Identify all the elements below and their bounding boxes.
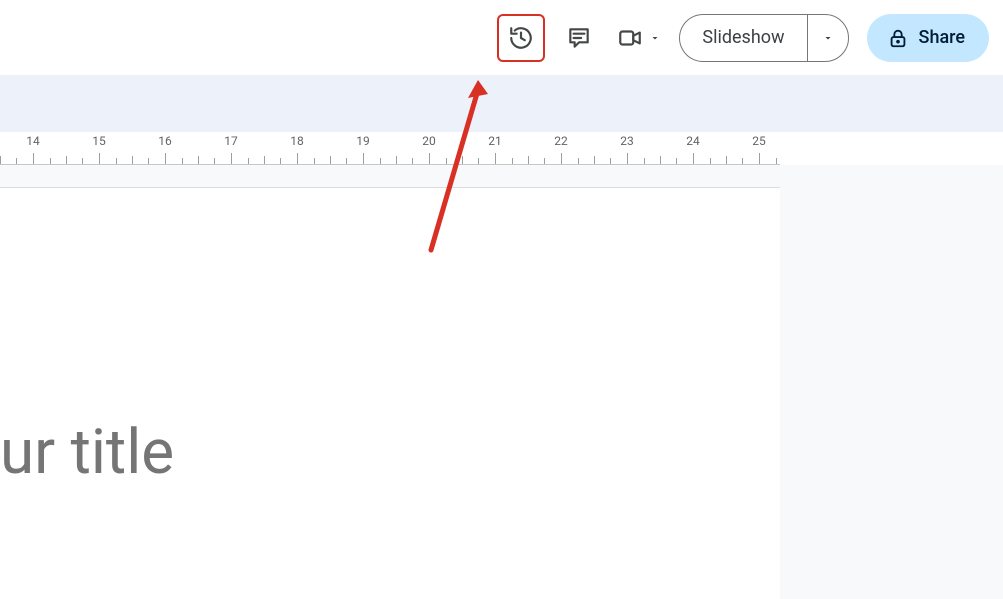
ruler-unit: 21 bbox=[462, 132, 528, 165]
ruler-number: 17 bbox=[224, 134, 238, 148]
ruler-unit: 25 bbox=[726, 132, 780, 165]
ruler-number: 25 bbox=[752, 134, 766, 148]
right-empty-pane bbox=[780, 165, 1003, 599]
canvas-area: ur title bbox=[0, 165, 780, 599]
ruler-unit: 14 bbox=[0, 132, 66, 165]
ruler-unit: 19 bbox=[330, 132, 396, 165]
app-toolbar: Slideshow Share bbox=[0, 0, 1003, 75]
meet-button[interactable] bbox=[617, 25, 661, 51]
ruler-unit: 20 bbox=[396, 132, 462, 165]
camera-icon bbox=[617, 25, 643, 51]
lock-icon bbox=[887, 27, 909, 49]
ruler-number: 23 bbox=[620, 134, 634, 148]
ruler-number: 21 bbox=[488, 134, 502, 148]
chevron-down-icon bbox=[822, 32, 834, 44]
ruler-number: 18 bbox=[290, 134, 304, 148]
slideshow-group: Slideshow bbox=[679, 14, 848, 62]
ruler-unit: 24 bbox=[660, 132, 726, 165]
share-label: Share bbox=[919, 27, 965, 48]
ruler-unit: 22 bbox=[528, 132, 594, 165]
ruler-number: 15 bbox=[92, 134, 106, 148]
ruler-number: 24 bbox=[686, 134, 700, 148]
ruler-number: 14 bbox=[26, 134, 40, 148]
share-button[interactable]: Share bbox=[867, 14, 989, 62]
history-button[interactable] bbox=[501, 18, 541, 58]
ruler-unit: 18 bbox=[264, 132, 330, 165]
ruler-unit: 23 bbox=[594, 132, 660, 165]
ruler-number: 16 bbox=[158, 134, 172, 148]
ruler-unit: 15 bbox=[66, 132, 132, 165]
format-band bbox=[0, 75, 1003, 132]
chevron-down-icon bbox=[649, 32, 661, 44]
comments-button[interactable] bbox=[559, 18, 599, 58]
horizontal-ruler[interactable]: 14 15 16 17 18 19 20 21 22 23 24 25 bbox=[0, 132, 780, 165]
ruler-unit: 16 bbox=[132, 132, 198, 165]
slideshow-options-button[interactable] bbox=[807, 14, 849, 62]
ruler-number: 22 bbox=[554, 134, 568, 148]
slide[interactable]: ur title bbox=[0, 187, 780, 599]
ruler-number: 20 bbox=[422, 134, 436, 148]
comment-icon bbox=[566, 25, 592, 51]
slideshow-button[interactable]: Slideshow bbox=[679, 14, 806, 62]
title-placeholder[interactable]: ur title bbox=[0, 416, 174, 489]
slideshow-label: Slideshow bbox=[702, 27, 784, 48]
ruler-unit: 17 bbox=[198, 132, 264, 165]
clock-arrow-icon bbox=[508, 25, 534, 51]
ruler-number: 19 bbox=[356, 134, 370, 148]
